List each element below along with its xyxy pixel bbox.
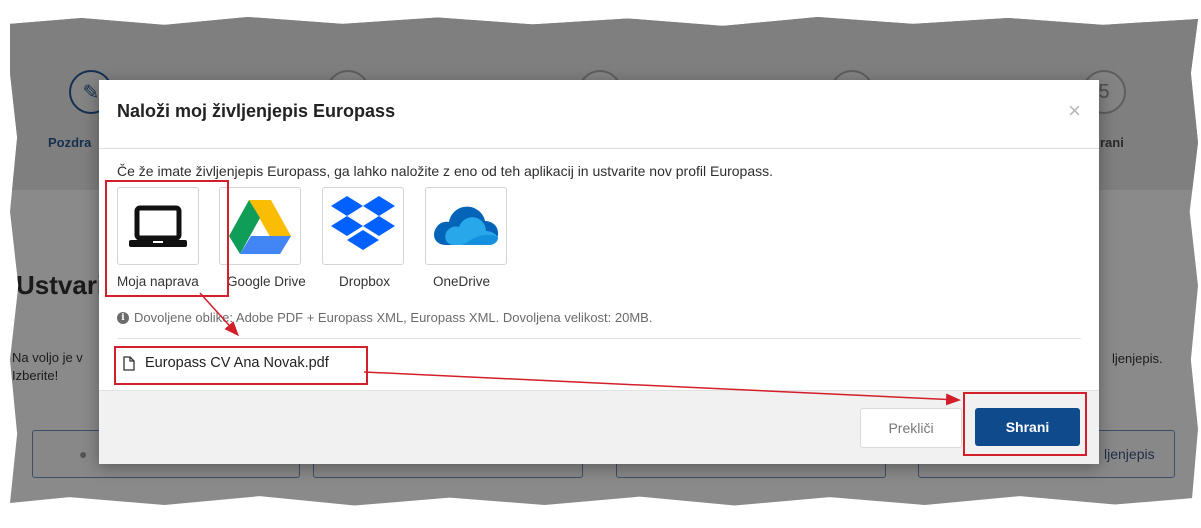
source-google-drive[interactable]: [219, 187, 301, 265]
source-dropbox[interactable]: [322, 187, 404, 265]
bg-option-button-4-label: ljenjepis: [1104, 446, 1155, 462]
dialog-intro: Če že imate življenjepis Europass, ga la…: [117, 163, 774, 179]
onedrive-icon: [434, 206, 499, 245]
step-label-5: rani: [1100, 135, 1124, 150]
intro-text-right: ljenjepis.: [1112, 351, 1163, 366]
file-icon: [123, 355, 135, 371]
cancel-button[interactable]: Prekliči: [860, 408, 962, 448]
source-label-my-device: Moja naprava: [117, 274, 199, 289]
dialog-title: Naloži moj življenjepis Europass: [117, 101, 396, 121]
source-my-device[interactable]: [117, 187, 199, 265]
laptop-icon: [129, 205, 187, 247]
selected-file: Europass CV Ana Novak.pdf: [123, 355, 329, 371]
page-heading: Ustvari: [16, 270, 105, 300]
intro-text-line-2: Izberite!: [12, 368, 59, 383]
source-onedrive[interactable]: [425, 187, 507, 265]
selected-file-name: Europass CV Ana Novak.pdf: [145, 355, 329, 371]
close-icon[interactable]: ×: [1068, 100, 1081, 122]
intro-text-left: Na voljo je v Izberite!: [12, 349, 83, 385]
dialog-header: Naloži moj življenjepis Europass ×: [99, 80, 1099, 149]
source-label-dropbox: Dropbox: [339, 274, 391, 289]
google-drive-icon: [229, 200, 291, 254]
allowed-formats-text: Dovoljene oblike: Adobe PDF + Europass X…: [134, 310, 653, 325]
dropbox-icon: [331, 196, 395, 250]
intro-text-line-1: Na voljo je v: [12, 350, 83, 365]
step-label-1: Pozdra: [48, 135, 92, 150]
save-button[interactable]: Shrani: [975, 408, 1080, 446]
user-icon: ●: [79, 446, 88, 462]
upload-dialog: Naloži moj življenjepis Europass × Če že…: [99, 80, 1099, 464]
info-icon: i: [117, 311, 129, 324]
source-label-google-drive: Google Drive: [227, 274, 306, 289]
allowed-formats-note: i Dovoljene oblike: Adobe PDF + Europass…: [117, 310, 652, 325]
source-label-onedrive: OneDrive: [433, 274, 491, 289]
divider: [117, 338, 1081, 339]
dialog-footer: Prekliči Shrani: [99, 390, 1099, 464]
